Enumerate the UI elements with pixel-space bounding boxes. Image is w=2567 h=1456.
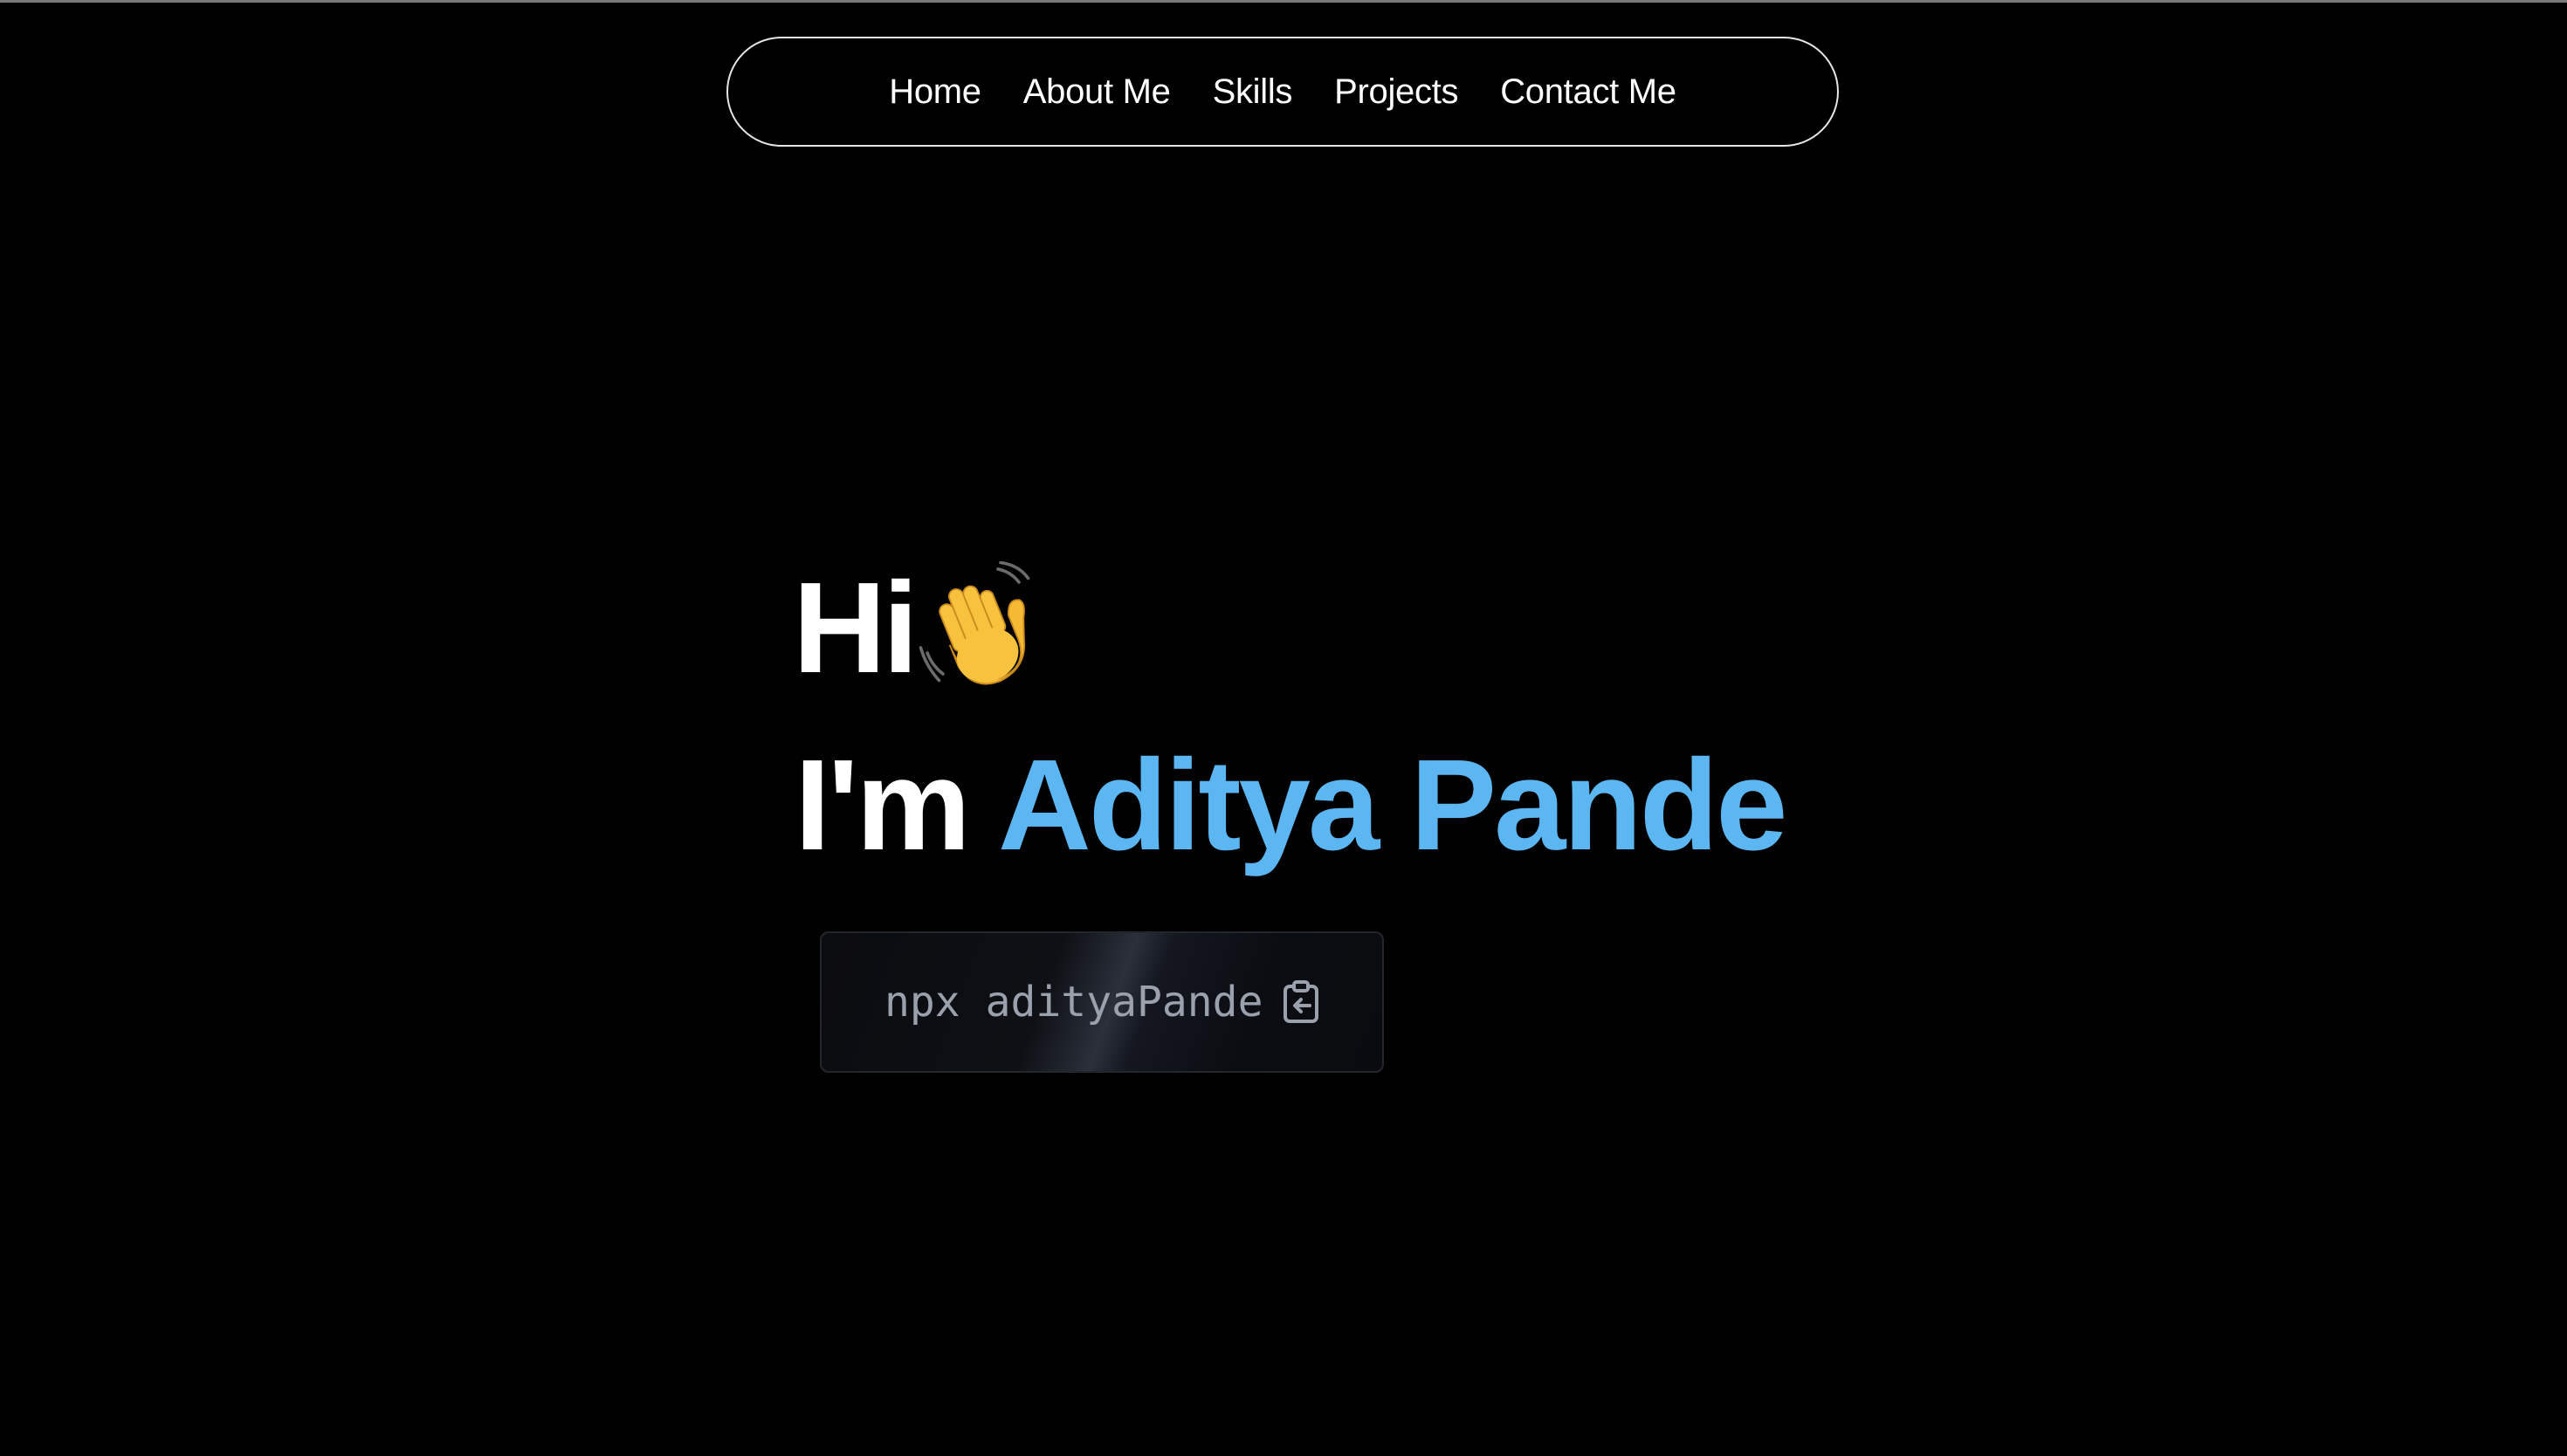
nav-projects-link[interactable]: Projects xyxy=(1334,72,1458,112)
top-rule xyxy=(0,0,2567,3)
nav-skills-link[interactable]: Skills xyxy=(1213,72,1293,112)
npx-command-text: npx adityaPande xyxy=(884,978,1263,1027)
hero-intro: I'm Aditya Pande xyxy=(795,731,1788,880)
nav-contact-me-link[interactable]: Contact Me xyxy=(1500,72,1676,112)
hero-greeting: Hi xyxy=(793,550,1048,707)
nav-about-me-link[interactable]: About Me xyxy=(1023,72,1171,112)
nav-home-link[interactable]: Home xyxy=(889,72,981,112)
hero-name: Aditya Pande xyxy=(997,733,1788,877)
npx-command-box[interactable]: npx adityaPande xyxy=(820,931,1384,1073)
waving-hand-icon xyxy=(919,561,1030,685)
main-nav: Home About Me Skills Projects Contact Me xyxy=(726,37,1839,147)
clipboard-copy-icon[interactable] xyxy=(1280,979,1322,1025)
greeting-text: Hi xyxy=(793,556,919,700)
intro-prefix: I'm xyxy=(795,733,971,877)
